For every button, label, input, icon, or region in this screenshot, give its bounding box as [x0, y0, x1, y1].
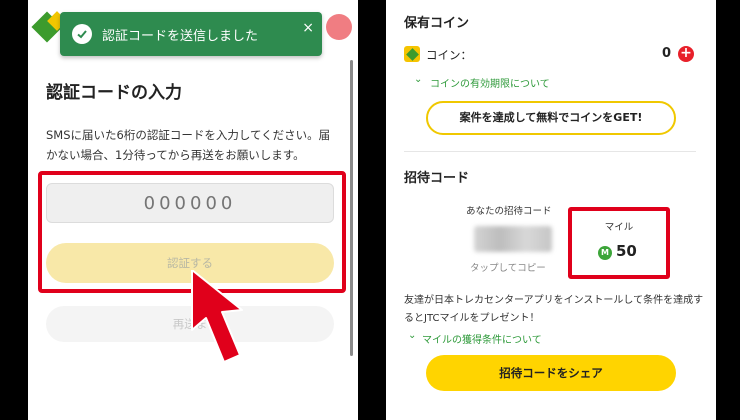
- your-invite-code-label: あなたの招待コード: [466, 206, 552, 217]
- invite-description: 友達が日本トレカセンターアプリをインストールして条件を達成するとJTCマイルをプ…: [404, 295, 704, 324]
- pointer-arrow-icon: [191, 270, 243, 363]
- add-coin-icon[interactable]: +: [678, 46, 694, 62]
- earn-coins-button[interactable]: 案件を達成して無料でコインをGET!: [426, 101, 676, 135]
- mile-highlight-box: マイル M 50: [568, 207, 670, 279]
- mile-conditions-link[interactable]: マイルの獲得条件について: [422, 331, 542, 346]
- coin-value: 0: [662, 46, 672, 61]
- check-circle-icon: [72, 24, 92, 44]
- share-invite-code-button[interactable]: 招待コードをシェア: [426, 355, 676, 391]
- page-title: 認証コードの入力: [46, 83, 182, 103]
- coin-label: コイン：: [426, 48, 472, 62]
- coin-icon: [404, 46, 420, 62]
- verification-screen: 認証コードを送信しました × 認証コードの入力 SMSに届いた6桁の認証コードを…: [28, 0, 358, 420]
- invite-code-heading: 招待コード: [404, 171, 470, 186]
- mile-icon: M: [598, 246, 612, 260]
- mile-value: 50: [616, 242, 637, 260]
- profile-screen: 保有コイン コイン： 0 + ⌄ コインの有効期限について 案件を達成して無料で…: [386, 0, 716, 420]
- scrollbar[interactable]: [350, 60, 353, 356]
- tap-to-copy-label: タップしてコピー: [470, 263, 546, 274]
- invite-code-blurred[interactable]: [474, 226, 552, 252]
- coin-expiry-link[interactable]: コインの有効期限について: [430, 75, 550, 90]
- toast-notification: 認証コードを送信しました ×: [60, 12, 322, 56]
- mile-title: マイル: [604, 222, 634, 233]
- chevron-down-icon: ⌄: [408, 330, 417, 341]
- divider: [404, 151, 696, 152]
- instructions-text: SMSに届いた6桁の認証コードを入力してください。届かない場合、1分待ってから再…: [46, 128, 331, 162]
- close-icon[interactable]: ×: [302, 20, 314, 36]
- avatar[interactable]: [326, 14, 352, 40]
- chevron-down-icon: ⌄: [414, 74, 423, 85]
- owned-coins-heading: 保有コイン: [404, 16, 470, 31]
- toast-message: 認証コードを送信しました: [102, 28, 259, 44]
